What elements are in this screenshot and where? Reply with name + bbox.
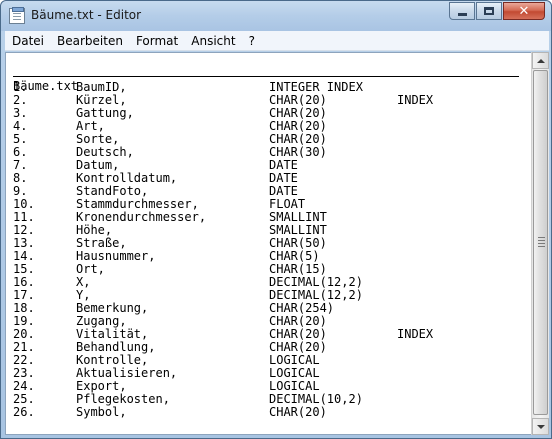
field-row: 26. Symbol, CHAR(20) bbox=[13, 406, 531, 419]
field-list: 1. BaumID, INTEGER INDEX 2. Kürzel, CHAR(20) I… bbox=[13, 81, 531, 419]
menu-ansicht[interactable]: Ansicht bbox=[184, 31, 241, 51]
vertical-scrollbar[interactable] bbox=[531, 52, 549, 435]
editor-window: Bäume.txt - Editor ✕ Datei Bearbeiten Fo… bbox=[0, 0, 552, 439]
scroll-down-arrow-icon bbox=[536, 424, 545, 429]
field-name: Symbol, bbox=[76, 405, 127, 419]
maximize-icon bbox=[484, 7, 494, 15]
scroll-up-button[interactable] bbox=[532, 52, 549, 69]
menu-format[interactable]: Format bbox=[129, 31, 184, 51]
minimize-button[interactable] bbox=[449, 2, 475, 20]
maximize-button[interactable] bbox=[476, 2, 502, 20]
field-type: CHAR(20) bbox=[269, 405, 327, 419]
menu-bearbeiten[interactable]: Bearbeiten bbox=[50, 31, 129, 51]
menu-bar: Datei Bearbeiten Format Ansicht ? bbox=[5, 31, 549, 51]
text-area[interactable]: Bäume.txt 1. BaumID, INTEGER INDEX 2. Kürzel… bbox=[5, 52, 531, 435]
notepad-icon bbox=[9, 7, 25, 24]
menu-help[interactable]: ? bbox=[242, 31, 261, 51]
minimize-icon bbox=[457, 12, 467, 16]
header-separator bbox=[13, 76, 519, 77]
field-index: INDEX bbox=[397, 93, 434, 107]
field-number: 26. bbox=[13, 405, 35, 419]
close-icon: ✕ bbox=[518, 3, 530, 19]
window-title: Bäume.txt - Editor bbox=[31, 8, 142, 22]
close-button[interactable]: ✕ bbox=[503, 2, 545, 20]
scroll-up-arrow-icon bbox=[536, 58, 545, 63]
field-index: INDEX bbox=[397, 327, 434, 341]
menu-datei[interactable]: Datei bbox=[5, 31, 50, 51]
scroll-thumb[interactable] bbox=[533, 70, 548, 415]
scroll-down-button[interactable] bbox=[532, 418, 549, 435]
caption-buttons: ✕ bbox=[448, 2, 545, 20]
title-bar[interactable]: Bäume.txt - Editor ✕ bbox=[1, 1, 551, 31]
